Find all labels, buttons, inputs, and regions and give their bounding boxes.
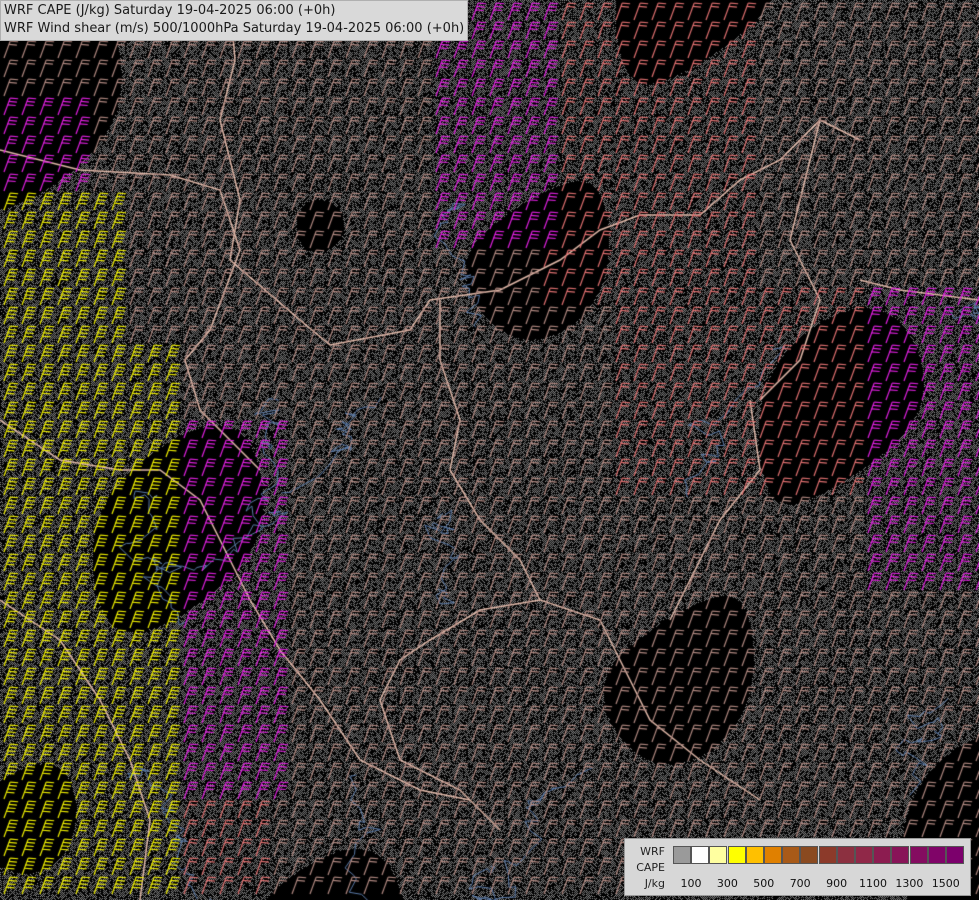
wind-shear-map <box>0 0 979 900</box>
legend-swatch <box>891 846 910 864</box>
legend-swatch <box>709 846 728 864</box>
legend-label-unit: J/kg <box>644 877 665 890</box>
legend-tick: 300 <box>716 877 738 890</box>
legend-label-cape: CAPE <box>636 861 665 874</box>
legend-swatch <box>673 846 691 864</box>
legend-swatch <box>745 846 764 864</box>
legend-tick: 700 <box>789 877 811 890</box>
legend-tick: 100 <box>680 877 702 890</box>
legend-tick: 1500 <box>931 877 960 890</box>
legend-tick: 1300 <box>895 877 924 890</box>
shear-title: WRF Wind shear (m/s) 500/1000hPa Saturda… <box>4 21 465 36</box>
legend-tick: 1100 <box>859 877 887 890</box>
cape-legend: WRF CAPE J/kg 100 300 500 700 900 1100 1300 150… <box>624 838 971 896</box>
legend-swatch <box>909 846 928 864</box>
legend-swatch <box>946 846 964 864</box>
legend-tick: 900 <box>826 877 848 890</box>
legend-swatch <box>727 846 746 864</box>
legend-swatch <box>855 846 873 864</box>
legend-swatch <box>764 846 782 864</box>
legend-swatch <box>691 846 710 864</box>
legend-tick: 500 <box>753 877 775 890</box>
legend-swatch <box>836 846 855 864</box>
legend-swatch <box>782 846 801 864</box>
legend-swatch <box>818 846 837 864</box>
legend-label-wrf: WRF <box>640 845 665 858</box>
legend-swatch <box>873 846 892 864</box>
legend-swatch <box>800 846 819 864</box>
legend-swatch <box>927 846 946 864</box>
map-title-box: WRF CAPE (J/kg) Saturday 19-04-2025 06:0… <box>0 0 469 41</box>
cape-title: WRF CAPE (J/kg) Saturday 19-04-2025 06:0… <box>4 3 336 18</box>
